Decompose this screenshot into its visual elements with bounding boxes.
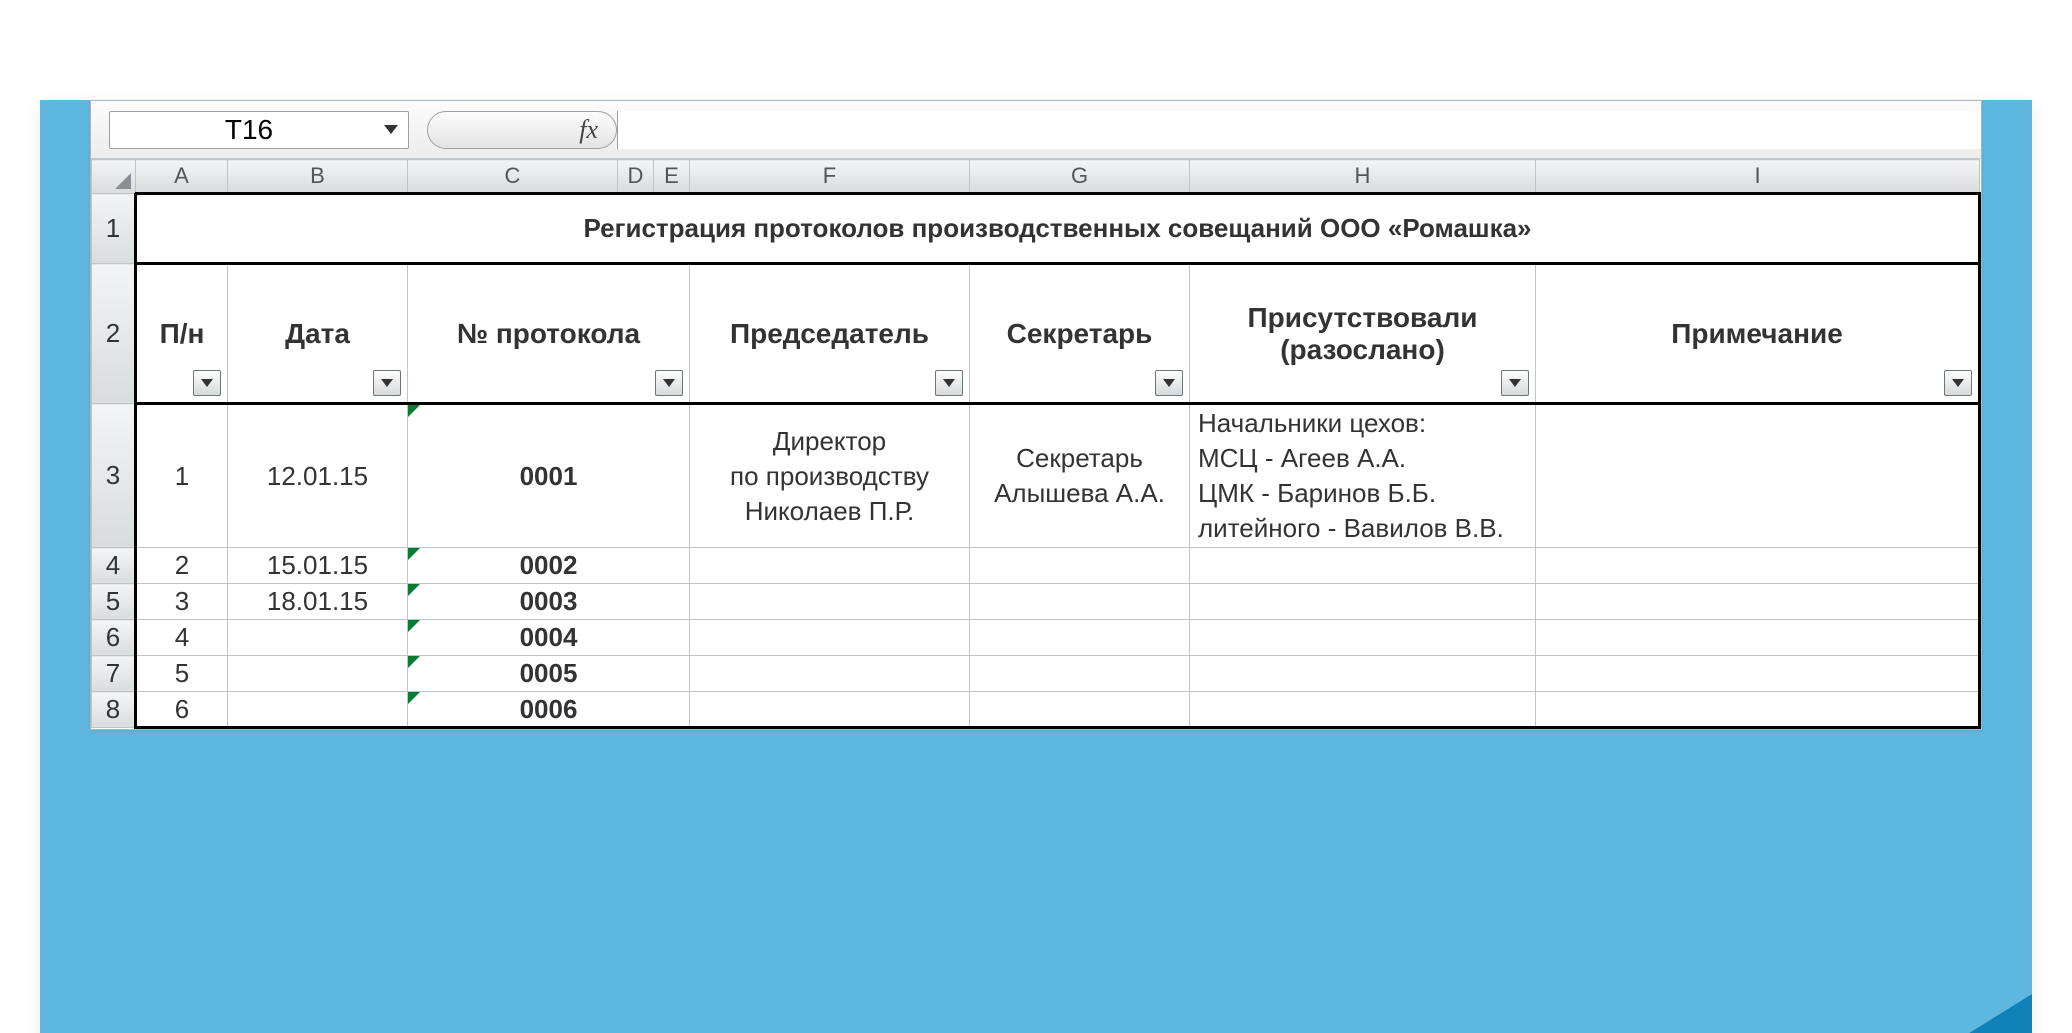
filter-icon[interactable] [373, 370, 401, 396]
filter-icon[interactable] [1501, 370, 1529, 396]
name-box-value: T16 [124, 114, 374, 146]
cell-secretary[interactable] [970, 656, 1190, 692]
row-header-1[interactable]: 1 [92, 194, 136, 264]
formula-bar: T16 fx [91, 101, 1981, 159]
row-header-7[interactable]: 7 [92, 656, 136, 692]
hdr-note[interactable]: Примечание [1536, 264, 1980, 404]
cell-chair[interactable] [690, 692, 970, 728]
row-2: 2 П/н Дата № протокола Председатель [92, 264, 1980, 404]
row-7: 7 5 0005 [92, 656, 1980, 692]
col-C[interactable]: C [408, 160, 618, 194]
cell-present[interactable]: Начальники цехов: МСЦ - Агеев А.А. ЦМК -… [1190, 404, 1536, 548]
cell-proto[interactable]: 0001 [408, 404, 690, 548]
row-header-3[interactable]: 3 [92, 404, 136, 548]
row-header-8[interactable]: 8 [92, 692, 136, 728]
cell-note[interactable] [1536, 548, 1980, 584]
cell-proto[interactable]: 0004 [408, 620, 690, 656]
example-frame: ПРИМЕР 7 T16 fx A B C D E F G [40, 100, 2032, 1033]
row-8: 8 6 0006 [92, 692, 1980, 728]
row-4: 4 2 15.01.15 0002 [92, 548, 1980, 584]
row-header-4[interactable]: 4 [92, 548, 136, 584]
hdr-chair[interactable]: Председатель [690, 264, 970, 404]
spreadsheet-window: T16 fx A B C D E F G H I [90, 100, 1982, 730]
formula-input[interactable] [617, 111, 1981, 149]
row-6: 6 4 0004 [92, 620, 1980, 656]
filter-icon[interactable] [655, 370, 683, 396]
cell-proto[interactable]: 0005 [408, 656, 690, 692]
cell-present[interactable] [1190, 620, 1536, 656]
col-H[interactable]: H [1190, 160, 1536, 194]
filter-icon[interactable] [1155, 370, 1183, 396]
hdr-date[interactable]: Дата [228, 264, 408, 404]
cell-pn[interactable]: 6 [136, 692, 228, 728]
cell-pn[interactable]: 5 [136, 656, 228, 692]
spreadsheet-grid[interactable]: A B C D E F G H I 1 Регистрация протокол… [91, 159, 1981, 729]
page-fold-decoration [1942, 994, 2032, 1033]
cell-present[interactable] [1190, 692, 1536, 728]
fx-label[interactable]: fx [427, 111, 617, 149]
cell-date[interactable] [228, 656, 408, 692]
cell-present[interactable] [1190, 548, 1536, 584]
row-header-5[interactable]: 5 [92, 584, 136, 620]
col-B[interactable]: B [228, 160, 408, 194]
cell-pn[interactable]: 4 [136, 620, 228, 656]
cell-date[interactable] [228, 620, 408, 656]
col-G[interactable]: G [970, 160, 1190, 194]
register-title[interactable]: Регистрация протоколов производственных … [136, 194, 1980, 264]
filter-icon[interactable] [193, 370, 221, 396]
col-E[interactable]: E [654, 160, 690, 194]
select-all-corner[interactable] [92, 160, 136, 194]
cell-pn[interactable]: 2 [136, 548, 228, 584]
row-header-6[interactable]: 6 [92, 620, 136, 656]
cell-note[interactable] [1536, 692, 1980, 728]
cell-chair[interactable]: Директор по производству Николаев П.Р. [690, 404, 970, 548]
cell-proto[interactable]: 0003 [408, 584, 690, 620]
cell-date[interactable]: 15.01.15 [228, 548, 408, 584]
row-1: 1 Регистрация протоколов производственны… [92, 194, 1980, 264]
cell-note[interactable] [1536, 620, 1980, 656]
row-5: 5 3 18.01.15 0003 [92, 584, 1980, 620]
cell-secretary[interactable] [970, 584, 1190, 620]
cell-secretary[interactable] [970, 620, 1190, 656]
cell-date[interactable] [228, 692, 408, 728]
hdr-proto[interactable]: № протокола [408, 264, 690, 404]
column-headers: A B C D E F G H I [92, 160, 1980, 194]
cell-pn[interactable]: 1 [136, 404, 228, 548]
cell-chair[interactable] [690, 548, 970, 584]
row-3: 3 1 12.01.15 0001 Директор по производст… [92, 404, 1980, 548]
cell-note[interactable] [1536, 584, 1980, 620]
cell-present[interactable] [1190, 656, 1536, 692]
hdr-secretary[interactable]: Секретарь [970, 264, 1190, 404]
col-F[interactable]: F [690, 160, 970, 194]
hdr-present[interactable]: Присутствовали (разослано) [1190, 264, 1536, 404]
cell-note[interactable] [1536, 404, 1980, 548]
cell-date[interactable]: 12.01.15 [228, 404, 408, 548]
cell-secretary[interactable]: Секретарь Алышева А.А. [970, 404, 1190, 548]
cell-date[interactable]: 18.01.15 [228, 584, 408, 620]
cell-proto[interactable]: 0002 [408, 548, 690, 584]
cell-secretary[interactable] [970, 692, 1190, 728]
chevron-down-icon[interactable] [384, 125, 398, 134]
cell-note[interactable] [1536, 656, 1980, 692]
name-box[interactable]: T16 [109, 111, 409, 149]
cell-chair[interactable] [690, 620, 970, 656]
filter-icon[interactable] [935, 370, 963, 396]
hdr-pn[interactable]: П/н [136, 264, 228, 404]
cell-present[interactable] [1190, 584, 1536, 620]
col-A[interactable]: A [136, 160, 228, 194]
filter-icon[interactable] [1944, 370, 1972, 396]
col-D[interactable]: D [618, 160, 654, 194]
cell-chair[interactable] [690, 656, 970, 692]
col-I[interactable]: I [1536, 160, 1980, 194]
cell-proto[interactable]: 0006 [408, 692, 690, 728]
row-header-2[interactable]: 2 [92, 264, 136, 404]
cell-pn[interactable]: 3 [136, 584, 228, 620]
cell-chair[interactable] [690, 584, 970, 620]
cell-secretary[interactable] [970, 548, 1190, 584]
